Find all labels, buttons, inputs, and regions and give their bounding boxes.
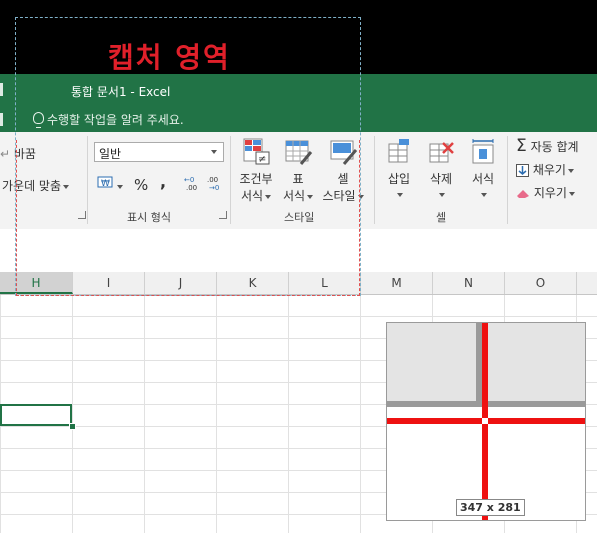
insert-cells-label: 삽입 (387, 172, 411, 186)
chevron-down-icon (568, 191, 575, 196)
column-header-n[interactable]: N (433, 272, 505, 294)
insert-cells-icon (388, 139, 409, 163)
sigma-icon: Σ (516, 136, 527, 156)
capture-size-readout: 347 x 281 (456, 499, 525, 516)
fill-handle[interactable] (69, 423, 76, 430)
eraser-icon (517, 190, 529, 198)
chevron-down-icon (567, 168, 574, 173)
cells-group-label: 셀 (436, 211, 447, 224)
clear-button[interactable]: 지우기 (516, 184, 575, 201)
autosum-button[interactable]: Σ 자동 합계 (516, 136, 579, 156)
chevron-down-icon (397, 192, 403, 197)
chevron-down-icon (439, 192, 445, 197)
format-cells-label: 서식 (471, 172, 495, 186)
group-separator (374, 136, 375, 224)
capture-magnifier: 347 x 281 (386, 322, 586, 521)
capture-selection-outline (16, 140, 360, 296)
delete-cells-icon (429, 142, 454, 163)
column-header-m[interactable]: M (361, 272, 433, 294)
group-separator (507, 136, 508, 224)
fill-button[interactable]: 채우기 (516, 161, 574, 178)
title-bar-edge (0, 83, 3, 96)
autosum-label: 자동 합계 (530, 140, 579, 154)
delete-cells-label: 삭제 (429, 172, 453, 186)
clear-label: 지우기 (533, 186, 567, 200)
format-cells-button[interactable]: 서식 (465, 138, 501, 201)
format-cells-icon (472, 139, 494, 164)
fill-label: 채우기 (532, 163, 566, 177)
chevron-down-icon (481, 192, 487, 197)
tab-bar-edge (0, 113, 3, 126)
selected-cell[interactable] (0, 404, 72, 426)
insert-cells-button[interactable]: 삽입 (381, 138, 417, 201)
wrap-text-icon: ↵ (0, 147, 11, 161)
crosshair-center (482, 418, 488, 424)
fill-down-icon (516, 164, 529, 177)
delete-cells-button[interactable]: 삭제 (423, 138, 459, 201)
column-header-o[interactable]: O (505, 272, 577, 294)
